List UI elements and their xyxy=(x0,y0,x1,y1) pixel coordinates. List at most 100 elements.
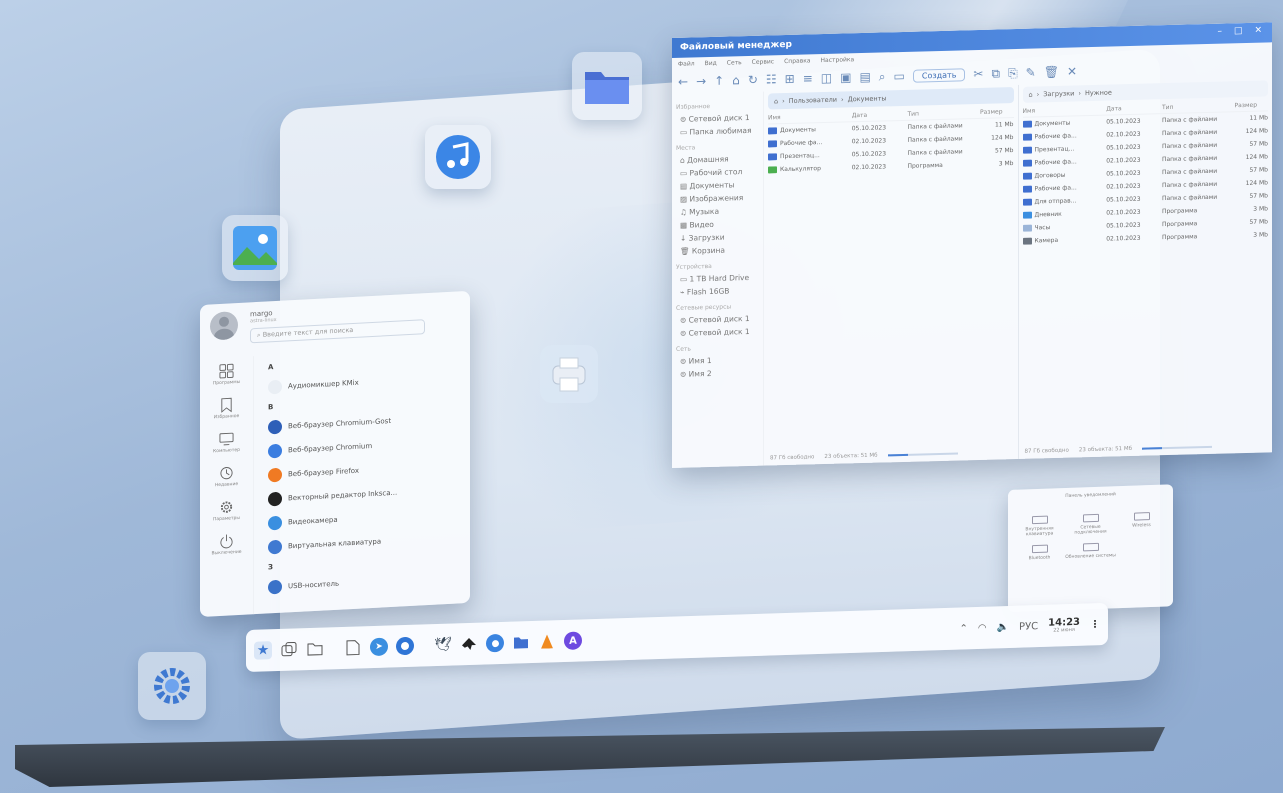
bird-button[interactable]: 🕊 xyxy=(434,636,452,655)
create-button[interactable]: Создать xyxy=(912,67,966,83)
telegram-button[interactable]: ➤ xyxy=(370,637,388,657)
column-type[interactable]: Тип xyxy=(1162,102,1235,111)
copy-icon[interactable]: ⧉ xyxy=(991,66,1000,81)
nav-favorites[interactable]: Избранное xyxy=(214,397,239,420)
view-list-icon[interactable]: ☷ xyxy=(766,72,777,86)
folder-button[interactable] xyxy=(306,640,324,659)
paste-icon[interactable]: ⎘ xyxy=(1008,65,1018,80)
vlc-button[interactable] xyxy=(538,632,556,651)
breadcrumb-item[interactable]: Нужное xyxy=(1085,88,1112,97)
minimize-icon[interactable]: – xyxy=(1217,27,1222,37)
cut-icon[interactable]: ✂ xyxy=(973,67,983,81)
column-name[interactable]: Имя xyxy=(768,112,852,121)
nav-recent[interactable]: Недавние xyxy=(215,465,238,488)
status-bar: 87 Гб свободно 23 объекта: 51 Мб xyxy=(1025,442,1267,455)
avatar[interactable] xyxy=(210,311,238,341)
trash-icon[interactable]: 🗑 xyxy=(1044,65,1059,79)
inkscape-button[interactable] xyxy=(460,635,478,654)
sidebar-section-network-resources: Сетевые ресурсы xyxy=(676,303,732,312)
menu-service[interactable]: Сервис xyxy=(752,58,774,66)
wifi-icon[interactable]: ◠ xyxy=(978,622,987,633)
tile-music[interactable] xyxy=(425,125,491,189)
column-name[interactable]: Имя xyxy=(1023,106,1107,114)
split-view-icon[interactable]: ◫ xyxy=(821,71,832,85)
view-grid-icon[interactable]: ⊞ xyxy=(785,72,795,86)
nav-power[interactable]: Выключение xyxy=(211,533,242,556)
calculator-icon xyxy=(768,166,777,174)
home-icon[interactable]: ⌂ xyxy=(774,97,778,105)
folder-icon xyxy=(1022,198,1032,206)
breadcrumb-item[interactable]: Пользователи xyxy=(789,96,837,105)
notif-bluetooth[interactable]: Bluetooth xyxy=(1014,544,1065,562)
chevron-up-icon[interactable]: ⌃ xyxy=(959,623,967,634)
nav-settings[interactable]: Параметры xyxy=(213,499,240,522)
column-size[interactable]: Размер xyxy=(980,108,1013,116)
file-name: Презентац... xyxy=(768,151,852,161)
view-details-icon[interactable]: ≡ xyxy=(803,71,813,85)
refresh-icon[interactable]: ↻ xyxy=(748,73,758,87)
breadcrumb-item[interactable]: Документы xyxy=(848,94,887,103)
preview-icon[interactable]: ▤ xyxy=(859,70,870,84)
close-icon[interactable]: ✕ xyxy=(1254,26,1262,36)
tile-settings[interactable] xyxy=(138,652,206,720)
clock[interactable]: 14:23 22 июня xyxy=(1048,616,1080,633)
menu-network[interactable]: Сеть xyxy=(727,59,742,66)
menu-help[interactable]: Справка xyxy=(784,57,810,65)
app-list-item[interactable]: USB-носитель xyxy=(268,566,456,600)
tile-file-manager[interactable] xyxy=(572,52,642,120)
volume-icon[interactable]: 🔈 xyxy=(997,622,1009,633)
forward-icon[interactable]: → xyxy=(696,74,706,88)
sidebar-item-flash[interactable]: ⌁ Flash 16GB xyxy=(676,284,759,299)
maximize-icon[interactable]: □ xyxy=(1234,26,1243,36)
search-icon[interactable]: ⌕ xyxy=(879,69,886,84)
zoom-slider[interactable] xyxy=(887,452,958,457)
sidebar-item-network-disk[interactable]: ⊜ Сетевой диск 1 xyxy=(676,325,759,340)
column-date[interactable]: Дата xyxy=(852,111,908,119)
home-icon[interactable]: ⌂ xyxy=(1029,91,1033,99)
notif-network[interactable]: Сетевые подключения xyxy=(1065,513,1116,536)
breadcrumb-item[interactable]: Загрузки xyxy=(1043,89,1074,98)
terminal-icon[interactable]: ▭ xyxy=(894,69,905,83)
up-icon[interactable]: ↑ xyxy=(714,74,724,88)
file-name-text: Рабочие фа... xyxy=(780,139,823,148)
start-button[interactable]: ★ xyxy=(254,641,272,660)
file-size: 11 Mb xyxy=(994,121,1014,129)
notif-update[interactable]: Обновление системы xyxy=(1065,542,1116,560)
store-button[interactable]: A xyxy=(564,631,582,651)
star-icon: ★ xyxy=(256,642,270,659)
file-manager-button[interactable] xyxy=(512,633,530,652)
menu-view[interactable]: Вид xyxy=(705,59,717,66)
app-icon xyxy=(268,491,282,507)
more-icon[interactable]: ⋮ xyxy=(1090,619,1100,630)
column-date[interactable]: Дата xyxy=(1106,104,1162,112)
sidebar-item-trash[interactable]: 🗑 Корзина xyxy=(676,243,759,258)
chromium-button[interactable] xyxy=(486,633,504,653)
zoom-slider[interactable] xyxy=(1142,445,1213,450)
back-icon[interactable]: ← xyxy=(678,75,688,89)
panel-icon[interactable]: ▣ xyxy=(840,70,851,84)
sidebar-item-name-2[interactable]: ⊜ Имя 2 xyxy=(676,366,759,381)
home-icon[interactable]: ⌂ xyxy=(732,73,740,87)
file-type: Папка с файлами xyxy=(1161,115,1218,125)
windows-button[interactable] xyxy=(280,640,298,659)
keyboard-layout[interactable]: РУС xyxy=(1019,621,1038,633)
nav-label: Программы xyxy=(212,379,241,387)
nav-computer[interactable]: Компьютер xyxy=(213,431,240,454)
tile-printer[interactable] xyxy=(540,345,598,403)
file-date: 02.10.2023 xyxy=(1106,182,1141,191)
browser-button[interactable] xyxy=(396,636,414,656)
delete-icon[interactable]: ✕ xyxy=(1067,64,1077,78)
file-size: 57 Mb xyxy=(1249,166,1268,174)
sidebar-item-favorite-folder[interactable]: ▭ Папка любимая xyxy=(676,124,759,139)
menu-settings[interactable]: Настройка xyxy=(821,56,855,64)
column-size[interactable]: Размер xyxy=(1235,101,1268,110)
tile-gallery[interactable] xyxy=(222,215,288,281)
menu-file[interactable]: Файл xyxy=(678,60,695,67)
rename-icon[interactable]: ✎ xyxy=(1026,65,1036,79)
column-type[interactable]: Тип xyxy=(907,109,980,118)
sidebar-item-label: Папка любимая xyxy=(689,125,752,137)
notif-keyboard[interactable]: Внутренняя клавиатура xyxy=(1014,515,1065,538)
nav-programs[interactable]: Программы xyxy=(213,363,240,386)
document-button[interactable] xyxy=(344,638,362,657)
notif-wireless[interactable]: Wireless xyxy=(1116,511,1167,534)
